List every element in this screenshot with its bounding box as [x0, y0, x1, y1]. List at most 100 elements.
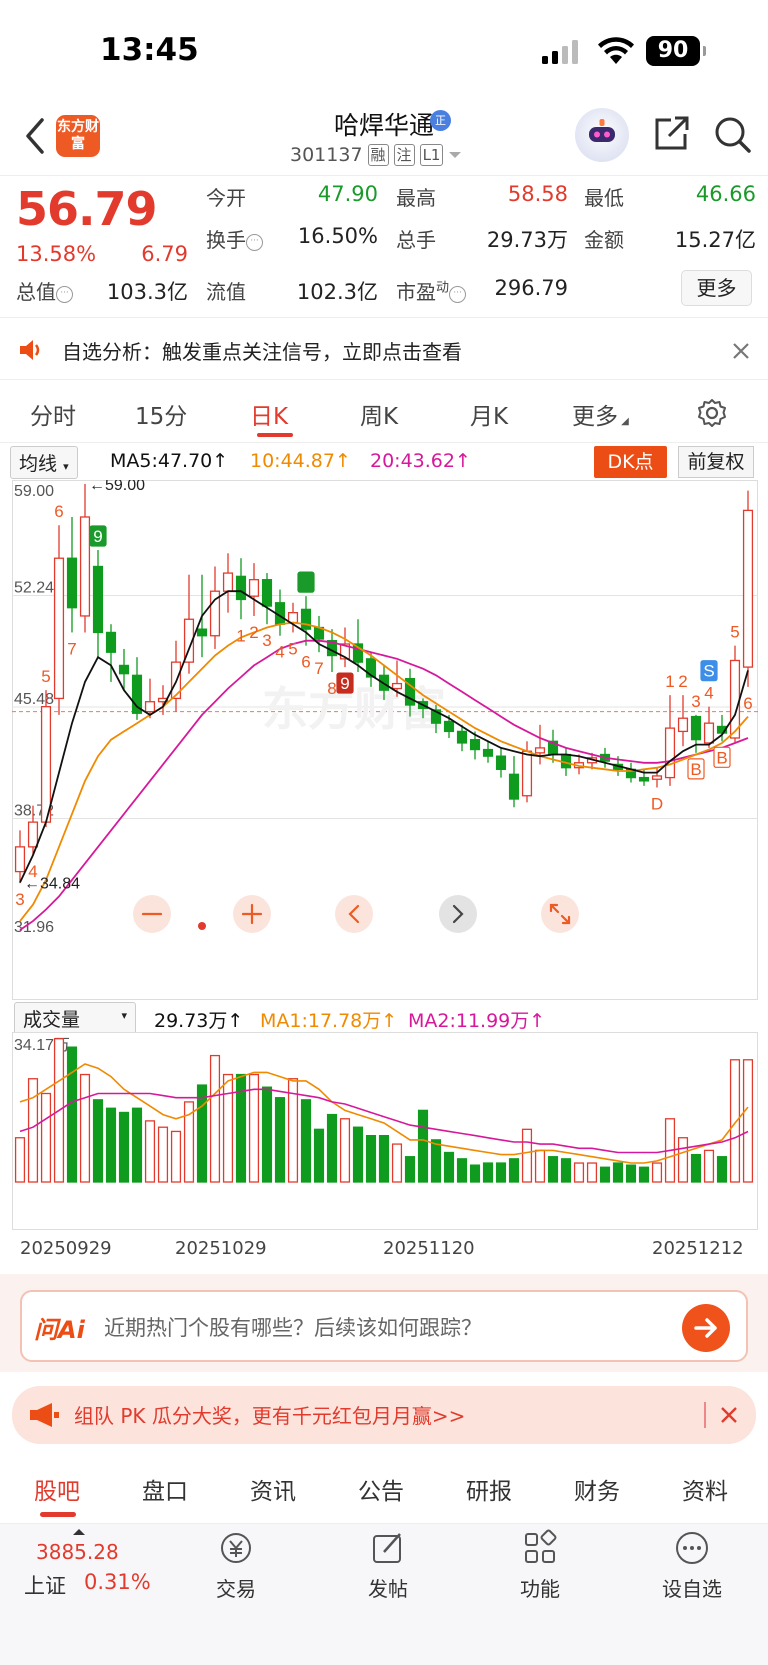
signal-marker: 3 — [262, 631, 271, 650]
market-cap-label[interactable]: 总值 ··· — [16, 276, 73, 305]
tab-order-book[interactable]: 盘口 — [142, 1472, 188, 1506]
volume-bar-up — [14, 1137, 26, 1183]
alert-banner[interactable]: 自选分析：触发重点关注信号，立即点击查看 — [0, 320, 768, 380]
current-price: 56.79 — [16, 182, 158, 236]
float-cap-label: 流值 — [206, 280, 246, 304]
volume-bar-down — [716, 1156, 728, 1183]
stock-name-badge: 正 — [430, 110, 451, 131]
signal-marker: 6 — [743, 694, 752, 713]
candle-up — [79, 516, 91, 617]
promo-text: 组队 PK 瓜分大奖，更有千元红包月月赢>> — [74, 1404, 466, 1428]
tab-daily-k[interactable]: 日K — [250, 397, 288, 431]
scroll-left-button[interactable] — [335, 895, 373, 933]
date-tick-label: 20251029 — [175, 1238, 267, 1259]
volume-bar-up — [586, 1162, 598, 1183]
indicator-selector[interactable]: 均线 ▾ — [10, 446, 78, 479]
tab-monthly-k[interactable]: 月K — [470, 397, 508, 431]
tab-15min[interactable]: 15分 — [135, 397, 187, 431]
candle-up — [53, 557, 65, 700]
candle-down — [300, 608, 312, 630]
close-icon[interactable] — [720, 1406, 738, 1424]
settings-gear-icon[interactable] — [696, 397, 728, 429]
tab-more[interactable]: 更多 ◢ — [572, 397, 629, 431]
volume-bar-down — [547, 1156, 559, 1183]
status-time: 13:45 — [100, 32, 199, 68]
tab-news[interactable]: 资讯 — [250, 1472, 296, 1506]
volume-bar-down — [378, 1134, 390, 1183]
status-bar: 13:45 90 — [0, 0, 768, 95]
stock-code: 301137 — [290, 144, 363, 166]
index-widget[interactable]: 3885.28 上证 0.31% — [24, 1524, 164, 1624]
post-button[interactable]: 发帖 — [348, 1528, 428, 1602]
wifi-icon — [598, 37, 634, 64]
signal-marker: 4 — [704, 684, 713, 703]
candlestick-chart[interactable]: 59.0052.2445.4838.7231.96东方财富←59.00←34.8… — [12, 480, 758, 1000]
more-quote-button[interactable]: 更多 — [681, 270, 752, 306]
volume-ma2: MA2:11.99万↑ — [408, 1010, 546, 1032]
tab-profile[interactable]: 资料 — [682, 1472, 728, 1506]
close-icon[interactable] — [732, 342, 750, 360]
tab-weekly-k[interactable]: 周K — [360, 397, 398, 431]
volume-current: 29.73万↑ — [154, 1010, 244, 1032]
ma-legend: 均线 ▾ MA5:47.70↑ 10:44.87↑ 20:43.62↑ DK点 … — [10, 446, 760, 480]
robot-assistant-avatar[interactable] — [575, 108, 629, 162]
volume-bar-up — [170, 1130, 182, 1183]
tab-announcements[interactable]: 公告 — [358, 1472, 404, 1506]
volume-bar-up — [521, 1128, 533, 1183]
pe-label[interactable]: 市盈动 ··· — [396, 276, 467, 305]
signal-marker: 6 — [54, 502, 63, 521]
tab-research[interactable]: 研报 — [466, 1472, 512, 1506]
index-name: 上证 — [24, 1574, 66, 1598]
date-tick-label: 20251120 — [383, 1238, 475, 1259]
zoom-in-button[interactable] — [233, 895, 271, 933]
signal-marker: 4 — [28, 862, 37, 881]
tab-guba[interactable]: 股吧 — [34, 1472, 80, 1506]
ma10-value: 10:44.87↑ — [250, 450, 351, 472]
registration-tag: 注 — [393, 144, 415, 166]
tab-finance[interactable]: 财务 — [574, 1472, 620, 1506]
promo-banner[interactable]: 组队 PK 瓜分大奖，更有千元红包月月赢>> — [12, 1386, 756, 1444]
ai-question-box[interactable]: 问Ai 近期热门个股有哪些？后续该如何跟踪？ — [20, 1290, 748, 1362]
signal-marker: 1 — [665, 672, 674, 691]
scroll-right-button[interactable] — [439, 895, 477, 933]
functions-button[interactable]: 功能 — [500, 1528, 580, 1602]
ai-logo: 问Ai — [34, 1316, 85, 1344]
dk-point-button[interactable]: DK点 — [594, 446, 667, 478]
high-value: 58.58 — [507, 182, 568, 206]
candle-down — [443, 720, 455, 733]
adjust-mode-button[interactable]: 前复权 — [678, 446, 754, 478]
candle-down — [92, 565, 104, 634]
signal-marker: 2 — [249, 623, 258, 642]
trade-button[interactable]: 交易 — [196, 1528, 276, 1602]
candle-up — [703, 722, 715, 744]
ai-send-button[interactable] — [682, 1304, 730, 1352]
stock-code-line[interactable]: 301137 融 注 L1 — [290, 144, 462, 166]
volume-bar-down — [92, 1099, 104, 1183]
fullscreen-button[interactable] — [541, 895, 579, 933]
candle-down — [495, 755, 507, 770]
quote-panel: 56.79 13.58% 6.79 今开 47.90 最高 58.58 最低 4… — [0, 178, 768, 318]
zoom-out-button[interactable] — [133, 895, 171, 933]
candle-up — [391, 682, 403, 690]
candle-down — [105, 631, 117, 653]
amount-value: 15.27亿 — [674, 228, 756, 252]
tab-intraday[interactable]: 分时 — [30, 397, 76, 431]
candle-up — [534, 747, 546, 754]
signal-marker: 1 — [236, 626, 245, 645]
market-cap-value: 103.3亿 — [106, 280, 188, 304]
volume-bar-down — [430, 1139, 442, 1183]
volume-chart[interactable]: 34.17万 — [12, 1032, 758, 1230]
signal-marker: 3 — [691, 692, 700, 711]
high-label: 最高 — [396, 186, 436, 210]
volume-bar-down — [66, 1046, 78, 1183]
candle-up — [14, 846, 26, 873]
turnover-label[interactable]: 换手 ··· — [206, 224, 263, 253]
add-watchlist-button[interactable]: 设自选 — [650, 1528, 734, 1602]
volume-indicator-selector[interactable]: 成交量 ▾ — [14, 1002, 136, 1035]
candle-down — [66, 557, 78, 609]
share-icon[interactable] — [651, 114, 691, 154]
signal-marker: B — [716, 748, 727, 767]
search-icon[interactable] — [712, 114, 752, 154]
volume-bar-down — [495, 1162, 507, 1183]
low-value: 46.66 — [695, 182, 756, 206]
